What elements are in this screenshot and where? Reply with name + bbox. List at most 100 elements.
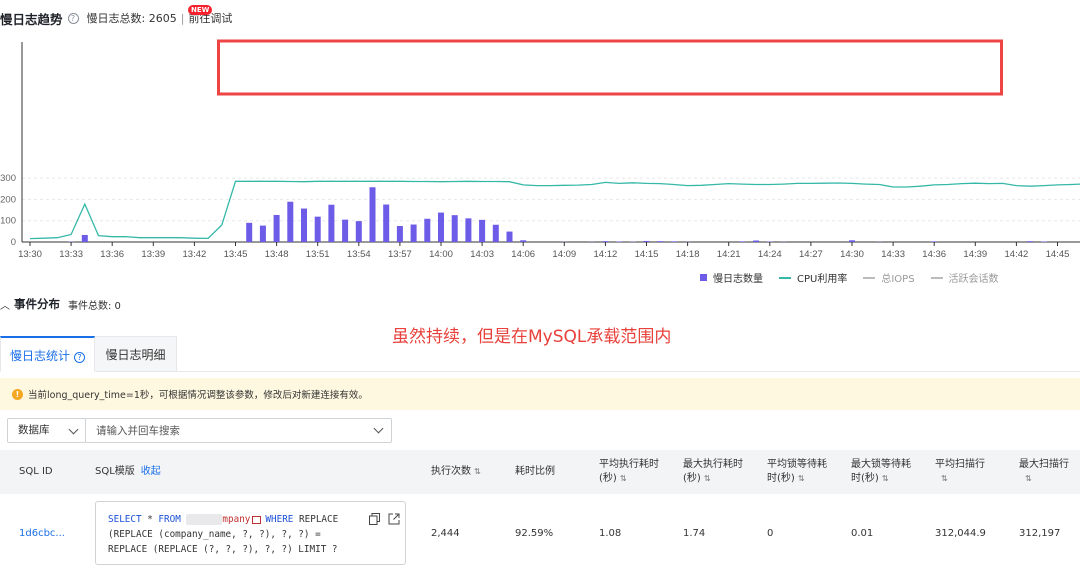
bar [753, 240, 760, 242]
legend-item-slow-log-count[interactable]: 慢日志数量 [700, 270, 763, 285]
bar [479, 219, 486, 242]
bar [931, 241, 938, 242]
avg-exec-cell: 1.08 [599, 528, 622, 539]
cpu-line [29, 180, 1080, 240]
col-max-lock[interactable]: 最大锁等待耗 时(秒) ⇅ [851, 450, 911, 494]
help-icon[interactable]: ? [67, 12, 79, 24]
time-ratio-cell: 92.59% [515, 528, 554, 539]
sort-icon: ⇅ [474, 467, 481, 476]
x-tick-label: 14:09 [552, 249, 576, 260]
y-tick-label: 300 [0, 173, 16, 184]
x-tick-label: 13:45 [224, 249, 248, 260]
warning-icon: ! [12, 388, 23, 400]
search-input[interactable] [85, 418, 392, 443]
help-icon[interactable]: ? [74, 352, 85, 363]
col-sql-id: SQL ID [19, 466, 53, 477]
x-tick-label: 14:06 [511, 249, 535, 260]
slow-log-trend-chart: 0 100 200 300 13:30 13:33 13:36 13:39 13:42 13:45… [0, 39, 1080, 260]
x-tick-label: 14:18 [676, 249, 700, 260]
legend-item-cpu[interactable]: CPU利用率 [779, 270, 847, 285]
new-badge: NEW [188, 5, 213, 15]
bar [273, 214, 280, 242]
bar-swatch-icon [700, 274, 707, 281]
col-max-scan[interactable]: 最大扫描行 ⇅ [1019, 450, 1069, 494]
x-tick-label: 14:30 [840, 249, 864, 260]
sort-icon: ⇅ [941, 474, 948, 483]
col-avg-exec[interactable]: 平均执行耗时 (秒) ⇅ [599, 450, 659, 494]
sql-template-box: SELECT * FROM mpany WHERE REPLACE (REPLAC… [95, 501, 406, 565]
avg-scan-cell: 312,044.9 [935, 528, 986, 539]
tab-slow-log-detail[interactable]: 慢日志明细 [95, 336, 177, 372]
database-select[interactable]: 数据库 [7, 418, 86, 443]
col-avg-scan[interactable]: 平均扫描行 ⇅ [935, 450, 985, 494]
copy-icon[interactable] [369, 513, 380, 525]
sort-icon: ⇅ [797, 474, 805, 483]
sql-id-link[interactable]: 1d6cbc... [19, 528, 65, 539]
bar [657, 241, 664, 242]
col-time-ratio: 耗时比例 [515, 466, 555, 477]
x-tick-label: 13:30 [18, 249, 42, 260]
bar [410, 224, 417, 242]
avg-lock-cell: 0 [767, 528, 774, 539]
y-tick-label: 100 [0, 216, 16, 227]
x-tick-label: 13:57 [388, 249, 412, 260]
bar [438, 212, 444, 242]
x-tick-label: 14:12 [594, 249, 618, 260]
x-tick-label: 14:45 [1046, 249, 1070, 260]
x-tick-label: 14:03 [470, 249, 494, 260]
events-title: 事件分布 [14, 297, 60, 311]
line-swatch-icon [930, 276, 943, 279]
bar [383, 204, 390, 242]
bar [451, 215, 458, 242]
legend-item-iops[interactable]: 总IOPS [863, 270, 915, 285]
col-sql-template: SQL模版 收起 [95, 466, 161, 477]
bar [301, 208, 307, 242]
bar [602, 241, 609, 242]
bar [259, 225, 266, 242]
x-tick-label: 13:48 [265, 249, 289, 260]
page-title: 慢日志趋势 [0, 11, 63, 27]
sort-icon: ⇅ [881, 474, 889, 483]
bar [396, 226, 403, 242]
col-exec-count[interactable]: 执行次数 ⇅ [431, 450, 481, 494]
col-avg-lock[interactable]: 平均锁等待耗 时(秒) ⇅ [767, 450, 827, 494]
x-tick-label: 13:51 [306, 249, 330, 260]
bar [492, 224, 499, 242]
line-swatch-icon [779, 276, 791, 279]
chevron-down-icon [68, 424, 79, 435]
x-tick-label: 13:54 [347, 249, 371, 260]
tab-bar: 慢日志统计? 慢日志明细 [0, 336, 1080, 372]
event-distribution-header[interactable]: ︿ 事件分布 事件总数: 0 [0, 296, 121, 312]
bar [520, 240, 527, 242]
x-tick-label: 14:39 [963, 249, 987, 260]
chevron-up-icon[interactable]: ︿ [0, 297, 10, 312]
table-header: SQL ID SQL模版 收起 执行次数 ⇅ 耗时比例 平均执行耗时 (秒) ⇅ 最大执… [0, 450, 1080, 494]
bar [81, 234, 88, 242]
open-external-icon[interactable] [388, 513, 400, 525]
legend-item-active-sessions[interactable]: 活跃会话数 [930, 270, 999, 285]
chart-legend: 慢日志数量 CPU利用率 总IOPS 活跃会话数 [700, 270, 999, 285]
max-exec-cell: 1.74 [683, 528, 706, 539]
x-tick-label: 14:36 [922, 249, 946, 260]
long-query-notice: ! 当前long_query_time=1秒，可根据情况调整该参数，修改后对新建… [0, 378, 1080, 410]
table-icon[interactable] [252, 515, 262, 524]
collapse-link[interactable]: 收起 [141, 466, 161, 477]
tab-slow-log-stats[interactable]: 慢日志统计? [0, 336, 95, 372]
bar [369, 187, 376, 242]
max-lock-cell: 0.01 [851, 528, 874, 539]
bar [1027, 241, 1034, 242]
x-tick-label: 14:27 [799, 249, 823, 260]
bar [287, 201, 294, 242]
bar [506, 231, 513, 242]
sort-icon: ⇅ [1025, 474, 1032, 483]
events-count: 事件总数: 0 [68, 300, 121, 312]
x-tick-label: 14:42 [1005, 249, 1029, 260]
slow-log-count: 慢日志总数: 2605 [86, 12, 177, 25]
bar [246, 222, 253, 242]
y-tick-label: 0 [11, 237, 16, 248]
col-max-exec[interactable]: 最大执行耗时 (秒) ⇅ [683, 450, 743, 494]
x-tick-label: 13:33 [59, 249, 83, 260]
bar [465, 218, 472, 242]
sort-icon: ⇅ [703, 474, 711, 483]
bar [670, 241, 677, 242]
